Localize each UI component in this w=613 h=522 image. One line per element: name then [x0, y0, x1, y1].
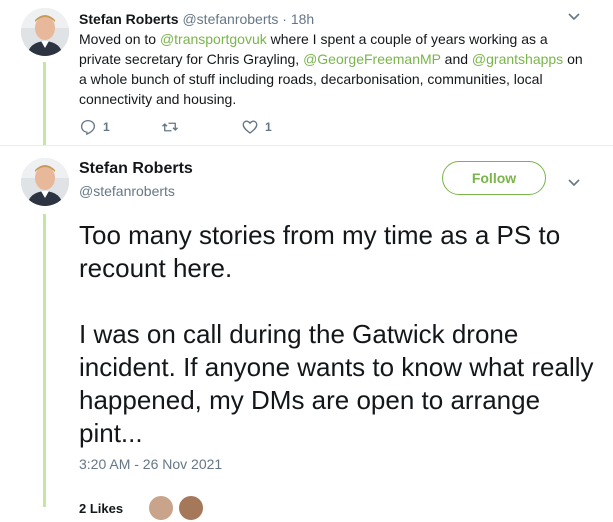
tweet-text-part: and [440, 51, 472, 67]
tweet-paragraph: I was on call during the Gatwick drone i… [79, 319, 594, 448]
separator: · [282, 11, 287, 27]
retweet-button[interactable] [161, 118, 179, 136]
tweet-text: Too many stories from my time as a PS to… [79, 219, 599, 450]
likes-label[interactable]: 2 Likes [79, 501, 123, 516]
tweet-text: Moved on to @transportgovuk where I spen… [79, 29, 593, 109]
tweet-actions: 1 1 [79, 118, 379, 138]
author-handle[interactable]: @stefanroberts [182, 11, 278, 27]
avatar[interactable] [177, 494, 206, 522]
divider [0, 145, 613, 146]
likes-row: 2 Likes [79, 494, 206, 522]
avatar[interactable] [147, 494, 176, 522]
previous-tweet[interactable]: Stefan Roberts @stefanroberts · 18h Move… [79, 9, 593, 109]
retweet-icon [162, 122, 178, 132]
like-button[interactable]: 1 [241, 118, 272, 136]
reply-count: 1 [103, 120, 110, 134]
thread-line-bottom [43, 214, 46, 507]
reply-icon [80, 119, 96, 136]
mention-link[interactable]: @grantshapps [472, 51, 563, 67]
mention-link[interactable]: @GeorgeFreemanMP [303, 51, 441, 67]
chevron-down-icon[interactable] [566, 174, 582, 190]
tweet-text-part: Moved on to [79, 31, 160, 47]
like-icon [242, 120, 258, 134]
like-count: 1 [265, 120, 272, 134]
tweet-age[interactable]: 18h [291, 11, 314, 27]
avatar[interactable] [21, 8, 69, 56]
chevron-down-icon[interactable] [566, 8, 582, 24]
thread-line-top [43, 62, 46, 146]
mention-link[interactable]: @transportgovuk [160, 31, 267, 47]
tweet-timestamp[interactable]: 3:20 AM - 26 Nov 2021 [79, 456, 222, 472]
follow-button[interactable]: Follow [442, 161, 546, 195]
tweet-paragraph: Too many stories from my time as a PS to… [79, 220, 561, 283]
author-name[interactable]: Stefan Roberts [79, 160, 193, 178]
author-name[interactable]: Stefan Roberts [79, 11, 179, 27]
avatar[interactable] [21, 158, 69, 206]
reply-button[interactable]: 1 [79, 118, 110, 136]
author-handle[interactable]: @stefanroberts [79, 183, 175, 199]
